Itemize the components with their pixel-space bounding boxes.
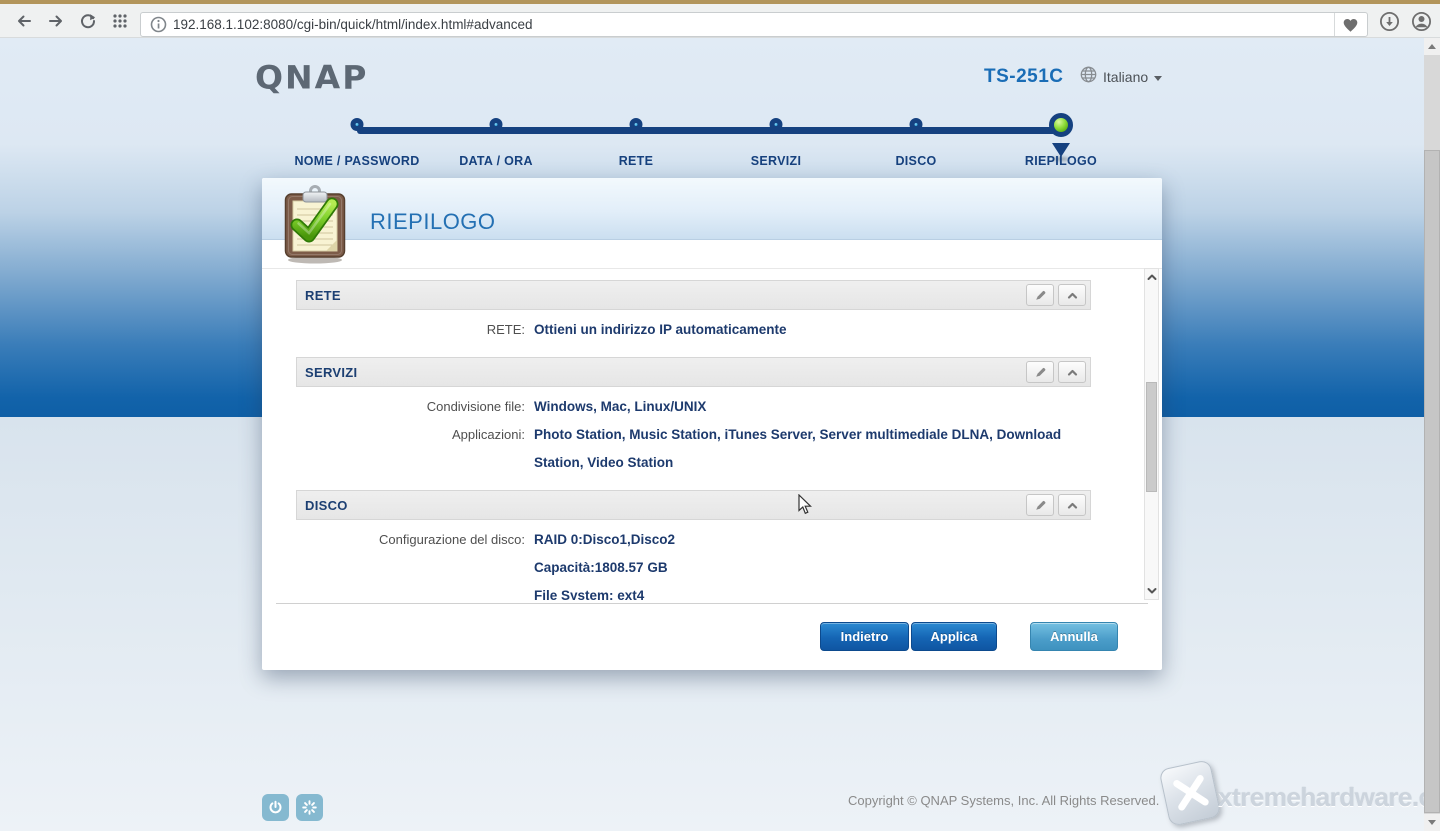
summary-row: RETE: Ottieni un indirizzo IP automatica…	[296, 316, 1091, 344]
step-node	[351, 118, 364, 131]
language-label: Italiano	[1103, 69, 1148, 85]
summary-row: Applicazioni: Photo Station, Music Stati…	[296, 421, 1091, 477]
forward-button[interactable]	[42, 4, 70, 38]
section-body: Configurazione del disco: RAID 0:Disco1,…	[296, 520, 1091, 600]
section-header: SERVIZI	[296, 357, 1091, 387]
scroll-down-arrow[interactable]	[1145, 585, 1158, 597]
row-label: RETE:	[296, 316, 525, 344]
step-node	[1049, 113, 1073, 137]
section-title: DISCO	[305, 498, 1022, 513]
cancel-button[interactable]: Annulla	[1030, 622, 1118, 651]
card-scrollbar[interactable]	[1144, 268, 1159, 600]
browser-scrollbar-thumb[interactable]	[1424, 150, 1440, 813]
summary-row: Configurazione del disco: RAID 0:Disco1,…	[296, 526, 1091, 600]
step-riepilogo: RIEPILOGO	[961, 113, 1161, 173]
row-value: Ottieni un indirizzo IP automaticamente	[534, 316, 1091, 344]
mouse-cursor	[798, 494, 814, 516]
reload-button[interactable]	[74, 4, 102, 38]
section-title: SERVIZI	[305, 365, 1022, 380]
section-header: RETE	[296, 280, 1091, 310]
scrollbar-thumb[interactable]	[1146, 382, 1157, 492]
row-value: RAID 0:Disco1,Disco2 Capacità:1808.57 GB…	[534, 526, 1091, 600]
collapse-button[interactable]	[1058, 361, 1086, 383]
summary-card: RIEPILOGO	[262, 178, 1162, 670]
back-step-button[interactable]: Indietro	[820, 622, 909, 651]
collapse-button[interactable]	[1058, 284, 1086, 306]
edit-button[interactable]	[1026, 361, 1054, 383]
power-icon	[268, 800, 283, 815]
clipboard-check-icon	[283, 184, 347, 269]
apps-grid-icon[interactable]	[106, 4, 134, 38]
model-label: TS-251C	[984, 66, 1064, 88]
power-button[interactable]	[262, 794, 289, 821]
step-label: RIEPILOGO	[961, 154, 1161, 168]
apply-button[interactable]: Applica	[911, 622, 997, 651]
downloads-icon[interactable]	[1376, 4, 1402, 38]
row-label: Condivisione file:	[296, 393, 525, 421]
chevron-down-icon	[1154, 76, 1162, 81]
language-selector[interactable]: Italiano	[1080, 66, 1162, 88]
section-body: Condivisione file: Windows, Mac, Linux/U…	[296, 387, 1091, 485]
browser-toolbar: 192.168.1.102:8080/cgi-bin/quick/html/in…	[0, 4, 1440, 38]
screen: 192.168.1.102:8080/cgi-bin/quick/html/in…	[0, 0, 1440, 831]
card-header: RIEPILOGO	[262, 178, 1162, 240]
scroll-up-arrow[interactable]	[1145, 271, 1158, 283]
restart-button[interactable]	[296, 794, 323, 821]
restart-spinner-icon	[302, 800, 317, 815]
section-servizi: SERVIZI Condivisione file: Windows, Ma	[296, 357, 1091, 485]
bookmark-heart-icon[interactable]	[1337, 13, 1363, 36]
section-disco: DISCO Configurazione del disco: RAID 0	[296, 490, 1091, 600]
section-title: RETE	[305, 288, 1022, 303]
edit-button[interactable]	[1026, 494, 1054, 516]
row-label: Configurazione del disco:	[296, 526, 525, 600]
summary-row: Condivisione file: Windows, Mac, Linux/U…	[296, 393, 1091, 421]
step-node	[910, 118, 923, 131]
qnap-logo: QNAP	[255, 59, 368, 96]
profile-icon[interactable]	[1408, 4, 1434, 38]
url-separator	[1334, 13, 1335, 36]
collapse-button[interactable]	[1058, 494, 1086, 516]
page-info-icon[interactable]	[147, 13, 169, 36]
browser-scroll-up-arrow[interactable]	[1424, 38, 1440, 55]
row-label: Applicazioni:	[296, 421, 525, 477]
step-node	[770, 118, 783, 131]
watermark-text: xtremehardware.com	[1218, 782, 1440, 813]
card-footer-divider	[276, 603, 1148, 604]
browser-scroll-down-arrow[interactable]	[1424, 814, 1440, 831]
copyright-text: Copyright © QNAP Systems, Inc. All Right…	[848, 793, 1159, 808]
edit-button[interactable]	[1026, 284, 1054, 306]
section-header: DISCO	[296, 490, 1091, 520]
section-rete: RETE RETE: Ottieni un indirizzo IP aut	[296, 280, 1091, 352]
page-title: RIEPILOGO	[370, 209, 496, 235]
summary-scroll-viewport: RETE RETE: Ottieni un indirizzo IP aut	[262, 268, 1162, 600]
step-node	[490, 118, 503, 131]
browser-scrollbar[interactable]	[1424, 38, 1440, 831]
section-body: RETE: Ottieni un indirizzo IP automatica…	[296, 310, 1091, 352]
globe-icon	[1080, 66, 1097, 88]
back-button[interactable]	[10, 4, 38, 38]
row-value: Photo Station, Music Station, iTunes Ser…	[534, 421, 1091, 477]
url-text[interactable]: 192.168.1.102:8080/cgi-bin/quick/html/in…	[173, 17, 533, 32]
row-value: Windows, Mac, Linux/UNIX	[534, 393, 1091, 421]
url-bar[interactable]: 192.168.1.102:8080/cgi-bin/quick/html/in…	[140, 12, 1368, 37]
step-node	[630, 118, 643, 131]
